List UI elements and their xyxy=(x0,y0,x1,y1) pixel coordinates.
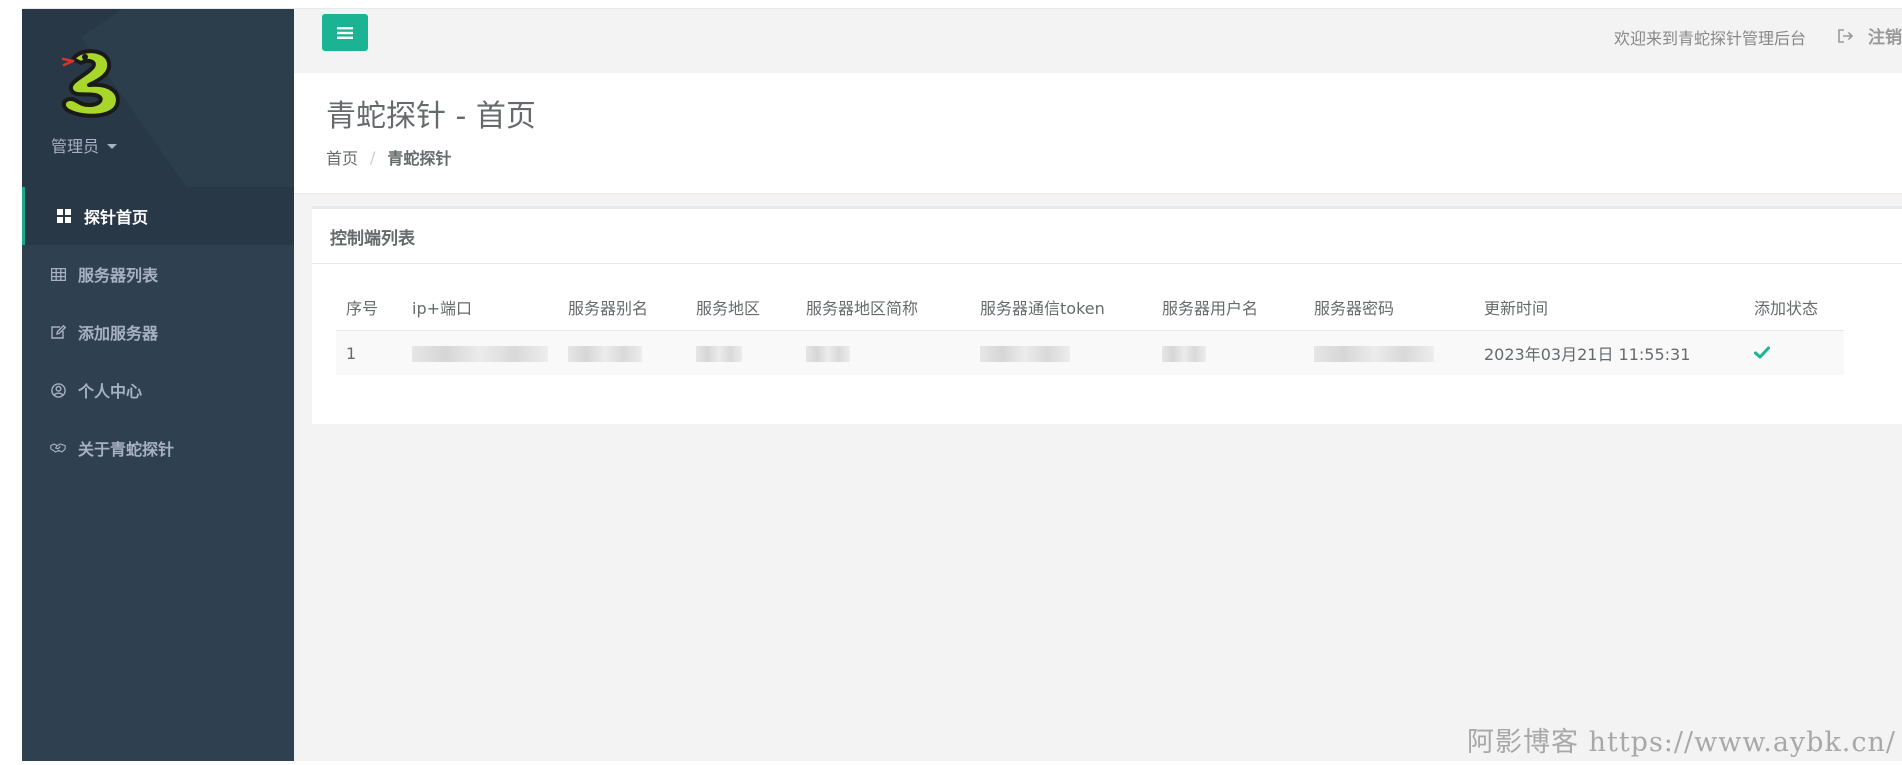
hamburger-icon xyxy=(337,26,353,39)
page-heading: 青蛇探针 - 首页 首页 / 青蛇探针 xyxy=(294,73,1902,194)
redacted-value xyxy=(980,346,1070,362)
logout-link[interactable]: 注销 xyxy=(1838,23,1902,48)
top-navbar: 欢迎来到青蛇探针管理后台 注销 xyxy=(294,9,1902,74)
redacted-value xyxy=(412,346,548,362)
sidebar: 管理员 探针首页 服务器列表 添加服务器 个人中心 关于青蛇探针 xyxy=(22,9,294,761)
cell-password xyxy=(1304,330,1474,375)
sidebar-item-label: 添加服务器 xyxy=(78,324,159,343)
cell-region xyxy=(686,330,796,375)
column-header: ip+端口 xyxy=(402,284,558,331)
table-row: 1 2023年03月21日 11:55:31 xyxy=(336,330,1844,375)
cell-region-abbr xyxy=(796,330,970,375)
sign-out-icon xyxy=(1838,28,1854,43)
sidebar-item-personal-center[interactable]: 个人中心 xyxy=(22,361,294,419)
welcome-message: 欢迎来到青蛇探针管理后台 xyxy=(1613,29,1806,48)
controller-list-panel: 控制端列表 序号 ip+端口 服务器别名 服务地区 服务器地区简称 服务器通信t… xyxy=(312,206,1902,424)
column-header: 服务器通信token xyxy=(970,284,1152,331)
column-header: 服务器密码 xyxy=(1304,284,1474,331)
column-header: 服务地区 xyxy=(686,284,796,331)
check-icon xyxy=(1754,346,1770,358)
redacted-value xyxy=(1162,346,1206,362)
column-header: 服务器用户名 xyxy=(1152,284,1304,331)
handshake-icon xyxy=(50,440,66,456)
logout-label: 注销 xyxy=(1868,28,1902,48)
sidebar-profile: 管理员 xyxy=(22,9,294,187)
snake-logo-icon xyxy=(55,45,129,121)
redacted-value xyxy=(1314,346,1434,362)
app-frame: 管理员 探针首页 服务器列表 添加服务器 个人中心 关于青蛇探针 欢迎来到青蛇探… xyxy=(22,8,1902,761)
edit-icon xyxy=(50,324,66,340)
cell-alias xyxy=(558,330,686,375)
sidebar-nav: 探针首页 服务器列表 添加服务器 个人中心 关于青蛇探针 xyxy=(22,187,294,477)
sidebar-item-label: 服务器列表 xyxy=(78,266,159,285)
column-header: 服务器地区简称 xyxy=(796,284,970,331)
cell-index: 1 xyxy=(336,330,402,375)
cell-status xyxy=(1744,330,1844,375)
column-header: 序号 xyxy=(336,284,402,331)
admin-dropdown[interactable]: 管理员 xyxy=(51,133,118,157)
sidebar-item-label: 关于青蛇探针 xyxy=(78,440,175,459)
sidebar-item-server-list[interactable]: 服务器列表 xyxy=(22,245,294,303)
caret-down-icon xyxy=(107,143,118,149)
cell-username xyxy=(1152,330,1304,375)
menu-toggle-button[interactable] xyxy=(322,14,368,51)
column-header: 添加状态 xyxy=(1744,284,1844,331)
sidebar-item-about[interactable]: 关于青蛇探针 xyxy=(22,419,294,477)
redacted-value xyxy=(696,346,742,362)
page-title: 青蛇探针 - 首页 xyxy=(326,99,536,134)
sidebar-item-add-server[interactable]: 添加服务器 xyxy=(22,303,294,361)
admin-name: 管理员 xyxy=(51,137,100,156)
cell-updated-time: 2023年03月21日 11:55:31 xyxy=(1474,330,1744,375)
watermark: 阿影博客 https://www.aybk.cn/ xyxy=(1467,727,1896,758)
column-header: 更新时间 xyxy=(1474,284,1744,331)
cell-ip-port xyxy=(402,330,558,375)
column-header: 服务器别名 xyxy=(558,284,686,331)
user-circle-icon xyxy=(50,382,66,398)
breadcrumb-separator: / xyxy=(370,147,376,167)
panel-title: 控制端列表 xyxy=(312,209,1902,264)
table-header-row: 序号 ip+端口 服务器别名 服务地区 服务器地区简称 服务器通信token 服… xyxy=(336,284,1844,331)
sidebar-item-probe-home[interactable]: 探针首页 xyxy=(22,187,294,245)
redacted-value xyxy=(806,346,850,362)
controller-table: 序号 ip+端口 服务器别名 服务地区 服务器地区简称 服务器通信token 服… xyxy=(336,284,1844,375)
sidebar-item-label: 个人中心 xyxy=(78,382,143,401)
breadcrumb: 首页 / 青蛇探针 xyxy=(326,145,451,169)
dashboard-icon xyxy=(56,208,72,224)
breadcrumb-current: 青蛇探针 xyxy=(387,149,452,168)
breadcrumb-home[interactable]: 首页 xyxy=(326,145,358,169)
cell-token xyxy=(970,330,1152,375)
redacted-value xyxy=(568,346,642,362)
table-icon xyxy=(50,266,66,282)
sidebar-item-label: 探针首页 xyxy=(84,208,149,227)
